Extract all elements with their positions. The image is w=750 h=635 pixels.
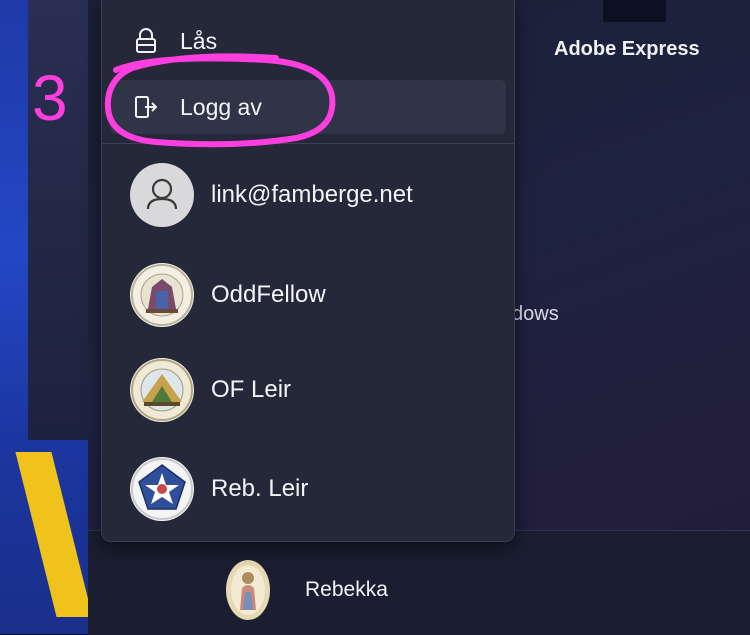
reb-leir-emblem-avatar <box>130 457 194 521</box>
account-item-of-leir[interactable]: OF Leir <box>130 358 291 422</box>
rebekka-emblem-avatar <box>216 558 280 622</box>
account-label: link@famberge.net <box>211 181 413 208</box>
step-number-annotation: 3 <box>32 62 68 134</box>
lock-menu-item[interactable]: Lås <box>110 14 506 68</box>
account-label: OF Leir <box>211 376 292 403</box>
account-flyout-menu: Lås Logg av link@famberge.net OddFellow … <box>101 0 515 542</box>
account-label: Reb. Leir <box>211 475 309 502</box>
account-item-reb-leir[interactable]: Reb. Leir <box>130 457 308 521</box>
account-item-link[interactable]: link@famberge.net <box>130 163 413 227</box>
account-label: OddFellow <box>211 281 326 308</box>
adobe-express-icon[interactable] <box>603 0 666 22</box>
of-leir-emblem-avatar <box>130 358 194 422</box>
lock-label: Lås <box>180 27 218 54</box>
current-user-name: Rebekka <box>305 578 388 601</box>
current-user-button[interactable]: Rebekka <box>216 558 388 622</box>
lock-icon <box>132 27 160 55</box>
account-item-oddfellow[interactable]: OddFellow <box>130 263 326 327</box>
flyout-divider <box>102 143 514 144</box>
sign-out-icon <box>132 93 160 121</box>
sign-out-menu-item[interactable]: Logg av <box>110 80 506 134</box>
sign-out-label: Logg av <box>180 93 262 120</box>
adobe-express-app-label[interactable]: Adobe Express <box>554 38 700 61</box>
wallpaper-yellow-stripe <box>15 452 93 617</box>
start-menu-partial-label: dows <box>512 303 559 325</box>
default-person-avatar <box>130 163 194 227</box>
start-menu-footer <box>88 530 750 635</box>
oddfellow-emblem-avatar <box>130 263 194 327</box>
